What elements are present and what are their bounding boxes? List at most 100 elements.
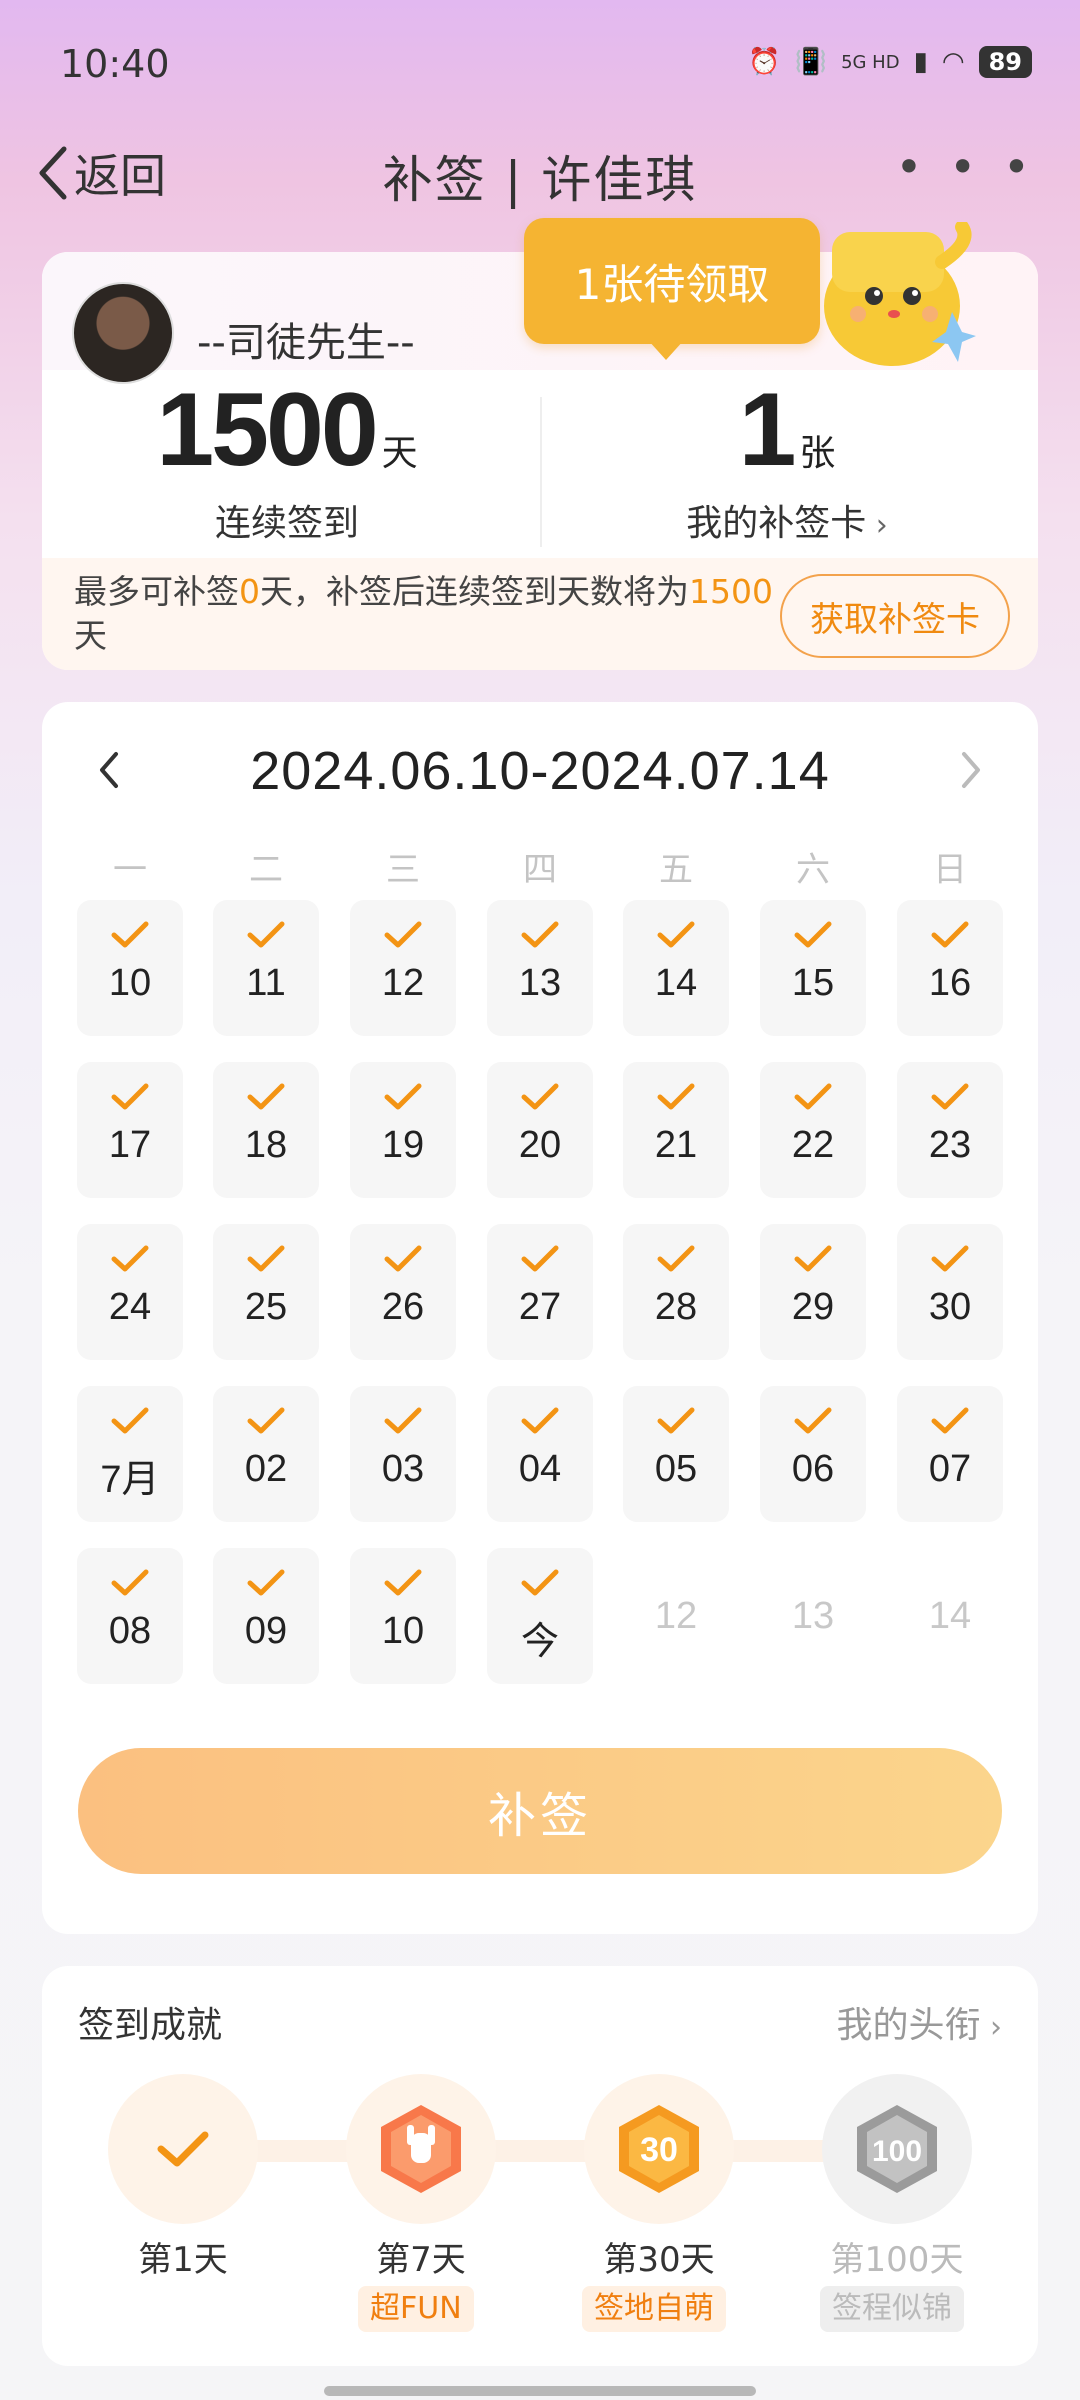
home-indicator[interactable] <box>324 2386 756 2396</box>
calendar-day-future: 13 <box>760 1548 866 1684</box>
check-icon <box>521 1245 559 1272</box>
checkmark <box>520 1568 560 1602</box>
achievement-tag-30: 签地自萌 <box>582 2286 726 2332</box>
calendar-day-checked[interactable]: 7月 <box>77 1386 183 1522</box>
day-number: 25 <box>244 1286 288 1328</box>
achievement-badge-1[interactable] <box>108 2074 258 2224</box>
check-icon <box>931 1245 969 1272</box>
calendar-day-checked[interactable]: 07 <box>897 1386 1003 1522</box>
calendar-day-checked[interactable]: 10 <box>350 1548 456 1684</box>
achievement-day-1: 第1天 <box>138 2240 228 2280</box>
card-count-value: 1 <box>738 372 797 488</box>
calendar-day-checked[interactable]: 20 <box>487 1062 593 1198</box>
calendar-day-checked[interactable]: 29 <box>760 1224 866 1360</box>
achievement-badge-7[interactable] <box>346 2074 496 2224</box>
makeup-card-stat[interactable]: 1张 我的补签卡 › <box>542 370 1032 546</box>
checkmark <box>656 1082 696 1116</box>
calendar-day-checked[interactable]: 19 <box>350 1062 456 1198</box>
calendar-day-checked[interactable]: 25 <box>213 1224 319 1360</box>
day-number: 16 <box>928 962 972 1004</box>
checkmark <box>656 1244 696 1278</box>
calendar-day-checked[interactable]: 28 <box>623 1224 729 1360</box>
calendar-day-checked[interactable]: 02 <box>213 1386 319 1522</box>
checkmark <box>383 1082 423 1116</box>
my-cards-link[interactable]: 我的补签卡 › <box>542 494 1032 546</box>
calendar-day-checked[interactable]: 18 <box>213 1062 319 1198</box>
weekday-label: 二 <box>249 850 283 890</box>
calendar-day-checked[interactable]: 14 <box>623 900 729 1036</box>
checkmark <box>930 1406 970 1440</box>
status-time: 10:40 <box>60 42 170 86</box>
day-number: 23 <box>928 1124 972 1166</box>
status-icons: ⏰ 📳 5G HD ▮ ◠ 89 <box>748 46 1032 78</box>
bubble-tail <box>648 340 684 360</box>
weekday-label: 日 <box>933 850 967 890</box>
day-number: 13 <box>791 1594 835 1637</box>
checkmark <box>246 1082 286 1116</box>
day-number: 18 <box>244 1124 288 1166</box>
30-days-badge-icon: 30 <box>619 2105 699 2193</box>
more-menu-icon[interactable]: • • • <box>895 140 1036 194</box>
day-number: 28 <box>654 1286 698 1328</box>
day-number: 19 <box>381 1124 425 1166</box>
calendar-day-checked[interactable]: 13 <box>487 900 593 1036</box>
calendar-day-checked[interactable]: 16 <box>897 900 1003 1036</box>
calendar-day-checked[interactable]: 06 <box>760 1386 866 1522</box>
day-number: 10 <box>381 1610 425 1652</box>
checkmark <box>110 1244 150 1278</box>
check-icon <box>384 1407 422 1434</box>
check-icon <box>521 921 559 948</box>
day-number: 04 <box>518 1448 562 1490</box>
calendar-day-checked[interactable]: 24 <box>77 1224 183 1360</box>
calendar-day-checked[interactable]: 09 <box>213 1548 319 1684</box>
calendar-day-checked[interactable]: 03 <box>350 1386 456 1522</box>
tip-text-1: 最多可补签 <box>74 572 239 611</box>
calendar-day-checked[interactable]: 30 <box>897 1224 1003 1360</box>
check-icon <box>111 1083 149 1110</box>
my-titles-link[interactable]: 我的头衔 › <box>836 1996 1002 2048</box>
calendar-day-checked[interactable]: 23 <box>897 1062 1003 1198</box>
calendar-day-checked[interactable]: 08 <box>77 1548 183 1684</box>
achievement-day-100: 第100天 <box>830 2240 964 2280</box>
calendar-day-checked[interactable]: 05 <box>623 1386 729 1522</box>
calendar-day-checked[interactable]: 27 <box>487 1224 593 1360</box>
check-icon <box>521 1083 559 1110</box>
checkmark <box>520 920 560 954</box>
streak-days-unit: 天 <box>381 433 418 474</box>
svg-text:100: 100 <box>872 2135 922 2168</box>
calendar-day-checked[interactable]: 11 <box>213 900 319 1036</box>
pending-card-bubble[interactable]: 1张待领取 <box>524 218 820 344</box>
checkmark <box>383 1244 423 1278</box>
calendar-day-checked[interactable]: 04 <box>487 1386 593 1522</box>
check-icon <box>657 1083 695 1110</box>
check-icon <box>247 1569 285 1596</box>
calendar-day-checked[interactable]: 今 <box>487 1548 593 1684</box>
achievements-title: 签到成就 <box>78 2005 223 2046</box>
calendar-day-checked[interactable]: 21 <box>623 1062 729 1198</box>
avatar[interactable] <box>72 282 174 384</box>
calendar-day-checked[interactable]: 10 <box>77 900 183 1036</box>
achievement-badge-30[interactable]: 30 <box>584 2074 734 2224</box>
my-titles-label: 我的头衔 <box>836 2005 981 2046</box>
calendar-day-checked[interactable]: 26 <box>350 1224 456 1360</box>
day-number: 7月 <box>100 1459 160 1501</box>
mascot-icon[interactable] <box>812 222 978 370</box>
makeup-checkin-button[interactable]: 补签 <box>78 1748 1002 1874</box>
checkmark <box>656 1406 696 1440</box>
get-makeup-card-button[interactable]: 获取补签卡 <box>780 574 1010 658</box>
checkmark <box>110 920 150 954</box>
achievement-badge-100[interactable]: 100 <box>822 2074 972 2224</box>
checkmark <box>110 1082 150 1116</box>
check-icon <box>794 1083 832 1110</box>
day-number: 21 <box>654 1124 698 1166</box>
calendar-day-checked[interactable]: 15 <box>760 900 866 1036</box>
achievement-progress-line <box>180 2140 900 2162</box>
check-icon <box>111 1569 149 1596</box>
calendar-day-checked[interactable]: 12 <box>350 900 456 1036</box>
calendar-day-checked[interactable]: 17 <box>77 1062 183 1198</box>
makeup-tip: 最多可补签0天，补签后连续签到天数将为1500 天 <box>74 570 774 658</box>
checkmark <box>520 1082 560 1116</box>
next-period-button[interactable] <box>958 748 984 803</box>
check-icon <box>931 1083 969 1110</box>
calendar-day-checked[interactable]: 22 <box>760 1062 866 1198</box>
